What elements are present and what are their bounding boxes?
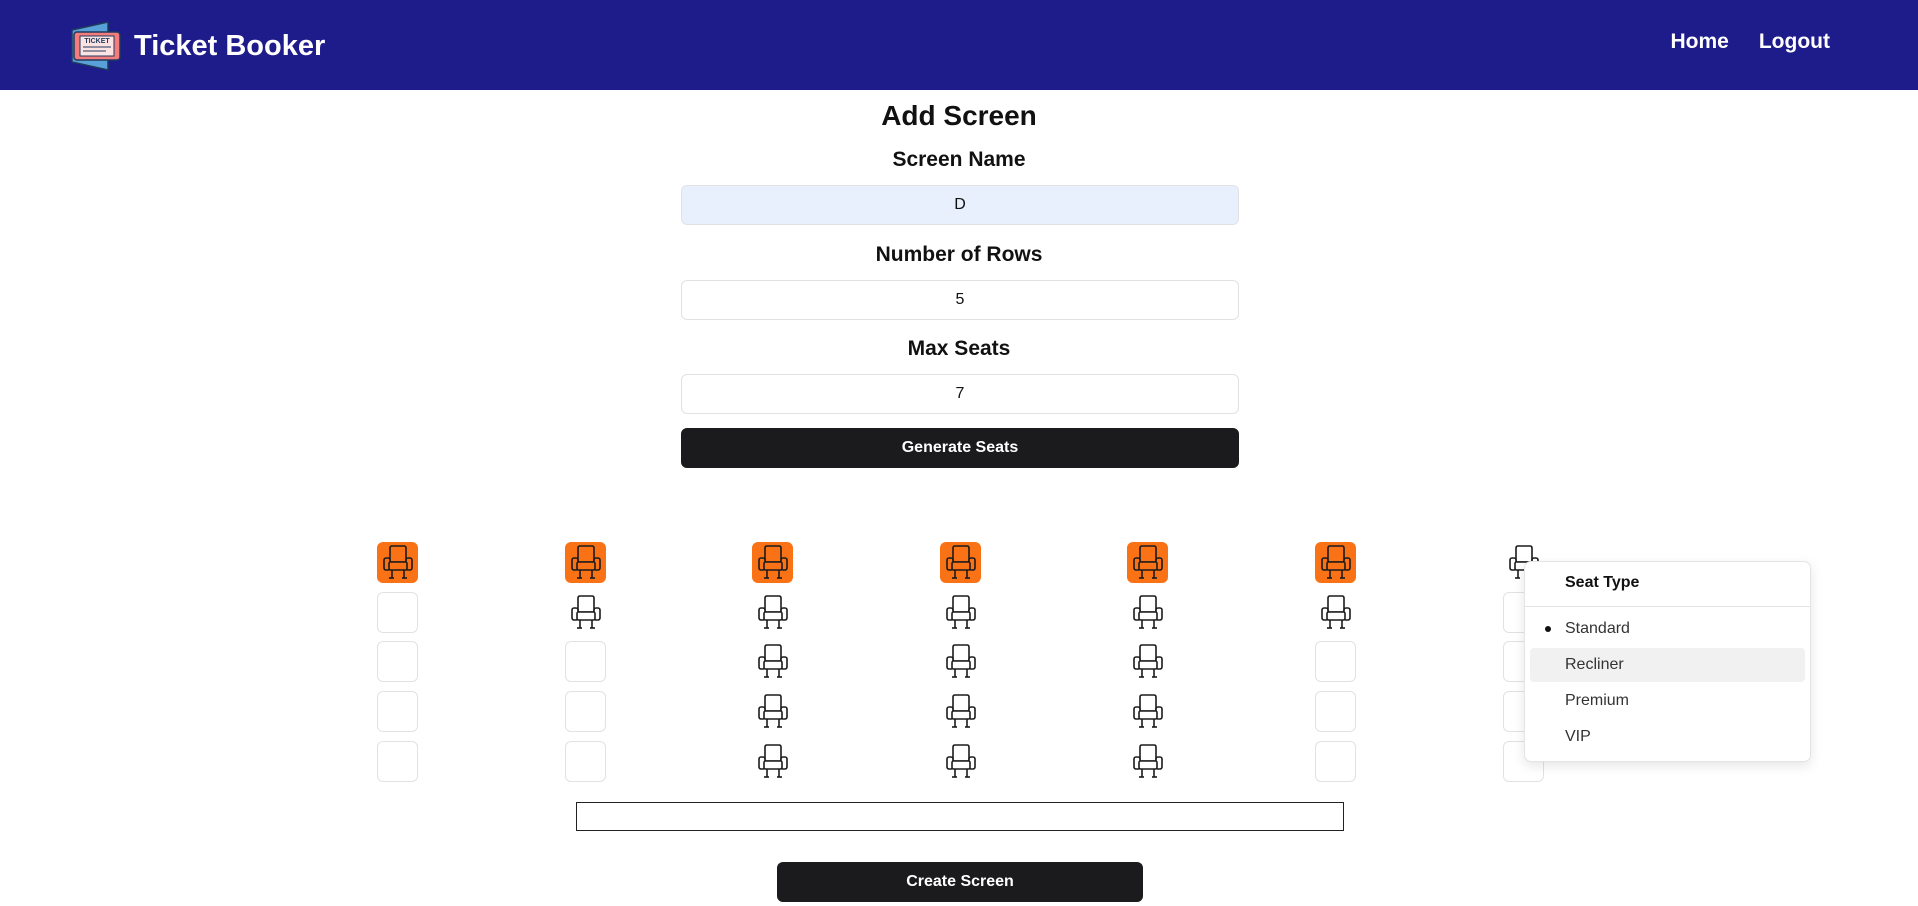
navbar: TICKET Ticket Booker Home Logout bbox=[0, 0, 1918, 90]
chair-icon bbox=[1132, 544, 1163, 579]
seat-selected[interactable] bbox=[940, 542, 981, 583]
seat-selected[interactable] bbox=[565, 542, 606, 583]
screen-name-label: Screen Name bbox=[892, 148, 1026, 171]
chair-icon bbox=[1132, 643, 1163, 678]
seat[interactable] bbox=[940, 641, 981, 682]
radio-indicator-icon bbox=[1545, 626, 1551, 632]
seat-selected[interactable] bbox=[377, 542, 418, 583]
chair-icon bbox=[382, 544, 413, 579]
logo-lettering: TICKET bbox=[84, 38, 110, 45]
seat[interactable] bbox=[1127, 641, 1168, 682]
seat[interactable] bbox=[1127, 691, 1168, 732]
chair-icon bbox=[945, 643, 976, 678]
menu-item-premium[interactable]: Premium bbox=[1530, 684, 1805, 718]
chair-icon bbox=[945, 743, 976, 778]
create-screen-button[interactable]: Create Screen bbox=[777, 862, 1143, 902]
generate-seats-button[interactable]: Generate Seats bbox=[681, 428, 1239, 468]
seat[interactable] bbox=[565, 592, 606, 633]
app-title: Ticket Booker bbox=[134, 29, 326, 62]
nav-logout-link[interactable]: Logout bbox=[1759, 30, 1830, 54]
brand[interactable]: TICKET Ticket Booker bbox=[68, 18, 325, 74]
seat[interactable] bbox=[752, 691, 793, 732]
max-seats-input[interactable] bbox=[681, 374, 1239, 414]
chair-icon bbox=[1132, 693, 1163, 728]
rows-input[interactable] bbox=[681, 280, 1239, 320]
empty-seat-slot[interactable] bbox=[377, 641, 418, 682]
chair-icon bbox=[1132, 743, 1163, 778]
chair-icon bbox=[757, 693, 788, 728]
chair-icon bbox=[570, 544, 601, 579]
seat-selected[interactable] bbox=[1127, 542, 1168, 583]
seat-type-menu: Seat Type Standard Recliner Premium VIP bbox=[1524, 561, 1811, 762]
chair-icon bbox=[945, 594, 976, 629]
chair-icon bbox=[757, 643, 788, 678]
chair-icon bbox=[757, 594, 788, 629]
empty-seat-slot[interactable] bbox=[565, 741, 606, 782]
chair-icon bbox=[1320, 594, 1351, 629]
seat[interactable] bbox=[1127, 741, 1168, 782]
chair-icon bbox=[570, 594, 601, 629]
screen-indicator bbox=[576, 802, 1344, 831]
empty-seat-slot[interactable] bbox=[1315, 691, 1356, 732]
seat[interactable] bbox=[752, 641, 793, 682]
seat[interactable] bbox=[752, 592, 793, 633]
menu-item-recliner[interactable]: Recliner bbox=[1530, 648, 1805, 682]
empty-seat-slot[interactable] bbox=[565, 641, 606, 682]
ticket-icon: TICKET bbox=[71, 21, 121, 71]
chair-icon bbox=[1320, 544, 1351, 579]
seat-type-menu-title: Seat Type bbox=[1565, 574, 1640, 591]
empty-seat-slot[interactable] bbox=[377, 592, 418, 633]
menu-item-standard[interactable]: Standard bbox=[1530, 612, 1805, 646]
chair-icon bbox=[757, 544, 788, 579]
seat[interactable] bbox=[940, 741, 981, 782]
rows-label: Number of Rows bbox=[875, 243, 1043, 266]
menu-divider bbox=[1525, 606, 1810, 607]
seat[interactable] bbox=[1127, 592, 1168, 633]
empty-seat-slot[interactable] bbox=[377, 691, 418, 732]
seat-selected[interactable] bbox=[1315, 542, 1356, 583]
nav-home-link[interactable]: Home bbox=[1671, 30, 1729, 54]
seat[interactable] bbox=[940, 592, 981, 633]
chair-icon bbox=[945, 544, 976, 579]
screen-name-input[interactable] bbox=[681, 185, 1239, 225]
chair-icon bbox=[757, 743, 788, 778]
chair-icon bbox=[945, 693, 976, 728]
empty-seat-slot[interactable] bbox=[1315, 741, 1356, 782]
seat[interactable] bbox=[940, 691, 981, 732]
empty-seat-slot[interactable] bbox=[377, 741, 418, 782]
seat-selected[interactable] bbox=[752, 542, 793, 583]
chair-icon bbox=[1132, 594, 1163, 629]
max-seats-label: Max Seats bbox=[907, 337, 1011, 360]
menu-item-vip[interactable]: VIP bbox=[1530, 720, 1805, 754]
page-title: Add Screen bbox=[881, 100, 1037, 131]
seat[interactable] bbox=[1315, 592, 1356, 633]
seat[interactable] bbox=[752, 741, 793, 782]
empty-seat-slot[interactable] bbox=[1315, 641, 1356, 682]
empty-seat-slot[interactable] bbox=[565, 691, 606, 732]
